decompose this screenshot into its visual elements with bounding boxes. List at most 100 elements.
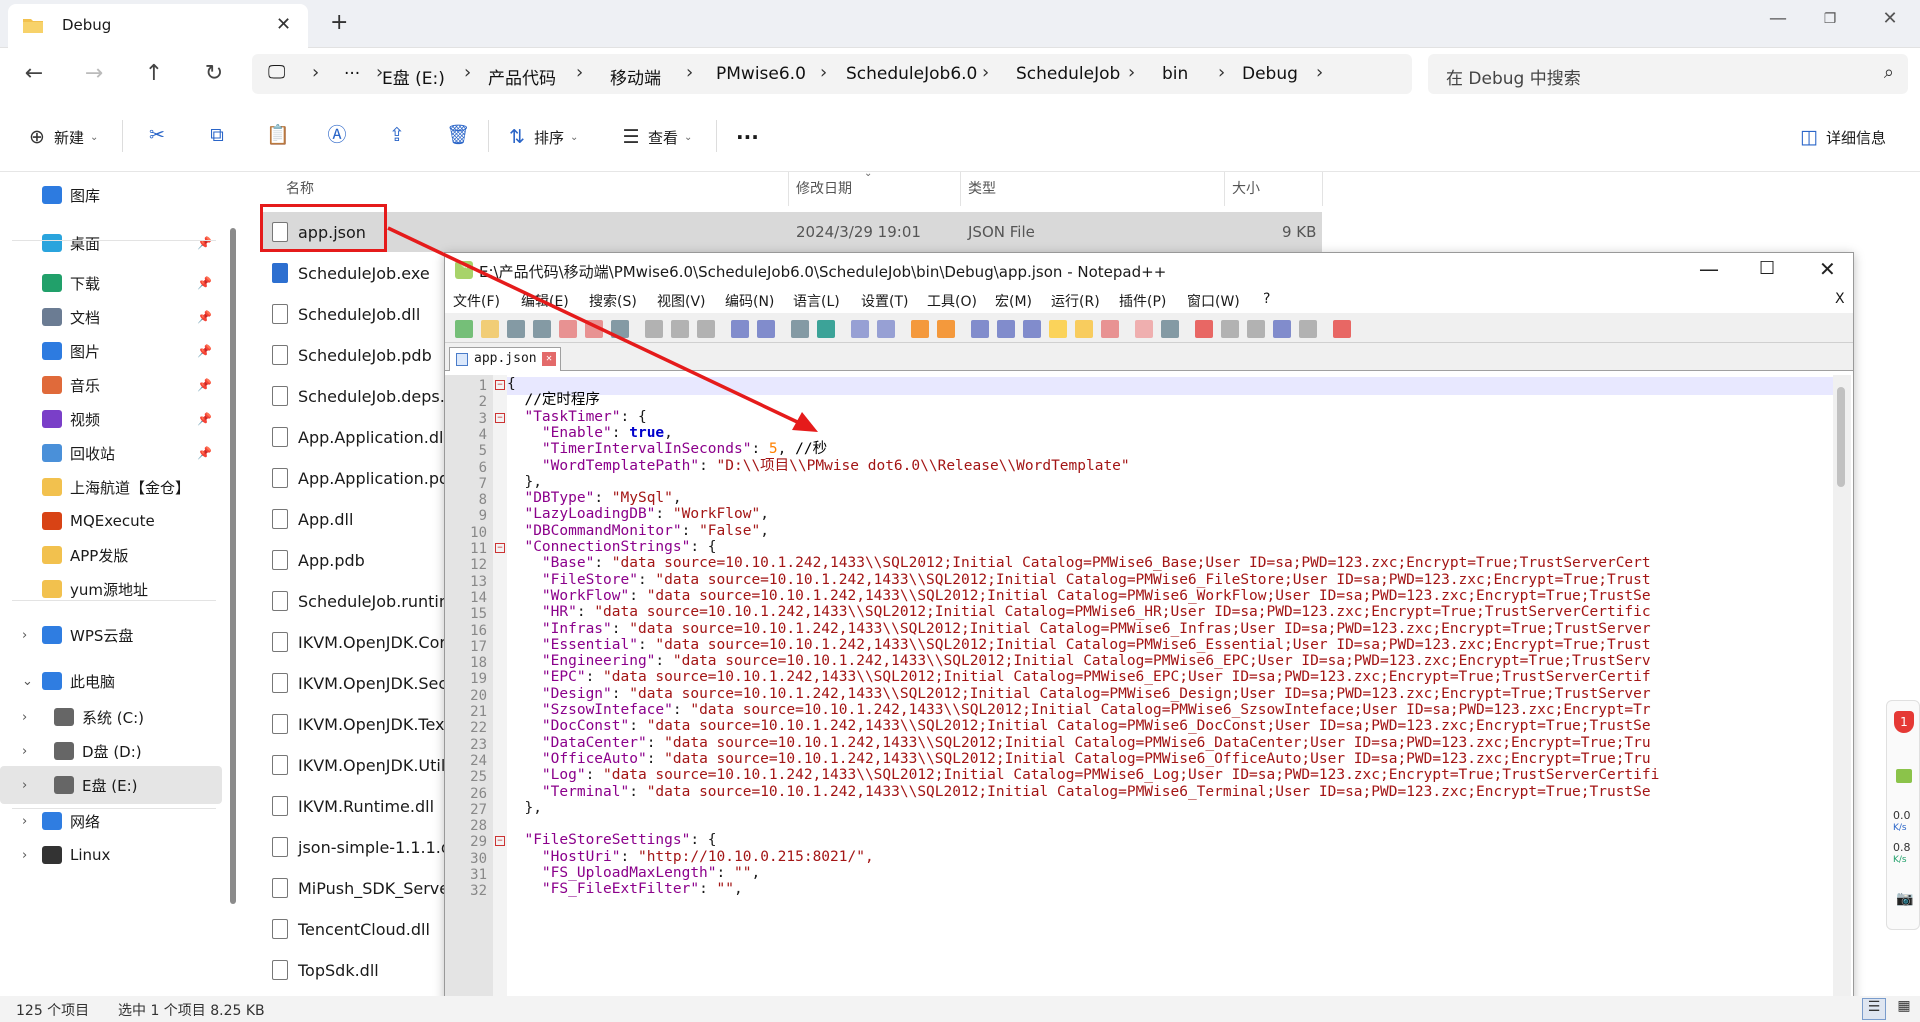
column-header-modified[interactable]: 修改日期	[796, 178, 852, 198]
breadcrumb-item[interactable]: bin	[1162, 64, 1188, 84]
sidebar-item[interactable]: 图库	[0, 176, 222, 214]
stop-macro-icon[interactable]	[1221, 320, 1239, 338]
indent-guide-icon[interactable]	[1023, 320, 1041, 338]
sidebar-item[interactable]: › 系统 (C:)	[0, 698, 222, 736]
back-button[interactable]: ←	[16, 58, 52, 90]
notepad-menu-item[interactable]: 语言(L)	[793, 291, 840, 311]
show-all-chars-icon[interactable]	[997, 320, 1015, 338]
refresh-button[interactable]: ↻	[196, 58, 232, 90]
rename-icon[interactable]: Ⓐ	[326, 124, 348, 146]
find-icon[interactable]	[791, 320, 809, 338]
close-tab-icon[interactable]: ✕	[542, 352, 556, 366]
notepad-menu-item[interactable]: 搜索(S)	[589, 291, 637, 311]
delete-icon[interactable]: 🗑	[446, 124, 470, 146]
expand-chevron-icon[interactable]: ›	[22, 744, 27, 759]
run-macro-multiple-icon[interactable]	[1273, 320, 1291, 338]
save-icon[interactable]	[507, 320, 525, 338]
monitor-icon[interactable]	[1135, 320, 1153, 338]
sidebar-scrollbar[interactable]	[230, 228, 236, 904]
restore-button[interactable]: ❐	[1810, 11, 1850, 27]
notepad-minimize-button[interactable]: —	[1699, 257, 1719, 281]
breadcrumb-item[interactable]: 移动端	[610, 64, 661, 89]
sort-button[interactable]: ⇅ 排序 ⌄	[506, 124, 578, 150]
expand-chevron-icon[interactable]: ›	[22, 814, 27, 829]
function-list-icon[interactable]	[1075, 320, 1093, 338]
fold-toggle-icon[interactable]: −	[495, 380, 505, 390]
cut-icon[interactable]: ✂	[146, 124, 168, 146]
notepad-menu-item[interactable]: 工具(O)	[927, 291, 977, 311]
redo-icon[interactable]	[757, 320, 775, 338]
network-monitor-widget[interactable]: 1 0.0 K/s 0.8 K/s 📷	[1886, 700, 1920, 930]
zoom-out-icon[interactable]	[877, 320, 895, 338]
close-window-button[interactable]: ✕	[1870, 8, 1910, 29]
share-icon[interactable]: ⇪	[386, 124, 408, 146]
close-tab-icon[interactable]: ✕	[276, 14, 291, 35]
address-bar[interactable]: 🖵 › ··· › E盘 (E:) › 产品代码 › 移动端 › PMwise6…	[252, 54, 1412, 94]
notepad-menu-item[interactable]: 窗口(W)	[1187, 291, 1240, 311]
replace-icon[interactable]	[817, 320, 835, 338]
details-button[interactable]: ◫ 详细信息	[1798, 124, 1886, 150]
notepad-menu-item[interactable]: 视图(V)	[657, 291, 706, 311]
close-document-button[interactable]: X	[1835, 291, 1845, 307]
sidebar-item[interactable]: › D盘 (D:)	[0, 732, 222, 770]
spell-check-icon[interactable]	[1333, 320, 1351, 338]
expand-chevron-icon[interactable]: ›	[22, 778, 27, 793]
copy-icon[interactable]: ⧉	[206, 124, 228, 146]
fold-toggle-icon[interactable]: −	[495, 412, 505, 423]
search-icon[interactable]: ⌕	[1884, 62, 1894, 83]
word-wrap-icon[interactable]	[971, 320, 989, 338]
paste-icon[interactable]: 📋	[266, 124, 290, 146]
minimize-button[interactable]: —	[1758, 8, 1798, 29]
editor-scrollbar-thumb[interactable]	[1837, 387, 1845, 487]
sidebar-item[interactable]: ⌄ 此电脑	[0, 662, 222, 700]
sidebar-item[interactable]: 图片 📌	[0, 332, 222, 370]
fold-toggle-icon[interactable]: −	[495, 836, 505, 847]
notepad-menu-item[interactable]: 编辑(E)	[521, 291, 569, 311]
save-macro-icon[interactable]	[1299, 320, 1317, 338]
notepad-tab-app-json[interactable]: app.json ✕	[449, 347, 561, 371]
sidebar-item[interactable]: 音乐 📌	[0, 366, 222, 404]
notepad-menu-item[interactable]: 插件(P)	[1119, 291, 1166, 311]
new-button[interactable]: ⊕ 新建 ⌄	[26, 124, 98, 150]
sidebar-item[interactable]: 回收站 📌	[0, 434, 222, 472]
expand-chevron-icon[interactable]: ›	[22, 848, 27, 863]
print-icon[interactable]	[611, 320, 629, 338]
more-options-button[interactable]: ···	[736, 124, 759, 150]
sync-vertical-icon[interactable]	[911, 320, 929, 338]
explorer-tab[interactable]: Debug ✕	[8, 4, 308, 48]
expand-chevron-icon[interactable]: ›	[22, 628, 27, 643]
sidebar-item[interactable]: yum源地址	[0, 570, 222, 608]
details-view-toggle-icon[interactable]: ☰	[1862, 998, 1886, 1020]
notepad-menu-item[interactable]: 文件(F)	[453, 291, 500, 311]
close-all-icon[interactable]	[585, 320, 603, 338]
doc-map-icon[interactable]	[1049, 320, 1067, 338]
undo-icon[interactable]	[731, 320, 749, 338]
breadcrumb-item[interactable]: ScheduleJob	[1016, 64, 1120, 84]
open-file-icon[interactable]	[481, 320, 499, 338]
cut-icon[interactable]	[645, 320, 663, 338]
play-macro-icon[interactable]	[1247, 320, 1265, 338]
up-button[interactable]: ↑	[136, 58, 172, 90]
sidebar-item[interactable]: APP发版	[0, 536, 222, 574]
sidebar-item[interactable]: 桌面 📌	[0, 224, 222, 262]
expand-chevron-icon[interactable]: ›	[22, 710, 27, 725]
paste-icon[interactable]	[697, 320, 715, 338]
breadcrumb-item[interactable]: E盘 (E:)	[382, 64, 445, 89]
sidebar-item[interactable]: 文档 📌	[0, 298, 222, 336]
sidebar-item[interactable]: 上海航道【金仓】	[0, 468, 222, 506]
fold-toggle-icon[interactable]: −	[495, 543, 505, 553]
code-editor[interactable]: 1 2 3 4 5 6 7 8 9 10 11 12 13 14 15 16 17 18 19 20 21 22 23 24 2…	[445, 375, 1853, 1022]
sidebar-item[interactable]: › Linux	[0, 836, 222, 874]
folder-workspace-icon[interactable]	[1101, 320, 1119, 338]
forward-button[interactable]: →	[76, 58, 112, 90]
search-box[interactable]: 在 Debug 中搜索 ⌕	[1428, 54, 1908, 94]
new-tab-button[interactable]: +	[330, 10, 348, 35]
expand-chevron-icon[interactable]: ⌄	[22, 674, 33, 689]
thumbnail-view-toggle-icon[interactable]: ▦	[1892, 998, 1916, 1020]
breadcrumb-more[interactable]: ···	[344, 64, 360, 84]
breadcrumb-item[interactable]: Debug	[1242, 64, 1298, 84]
sidebar-item[interactable]: 下载 📌	[0, 264, 222, 302]
notepad-menu-item[interactable]: ?	[1263, 291, 1270, 307]
eye-icon[interactable]	[1161, 320, 1179, 338]
file-row[interactable]: app.json 2024/3/29 19:01 JSON File 9 KB	[262, 212, 1322, 252]
